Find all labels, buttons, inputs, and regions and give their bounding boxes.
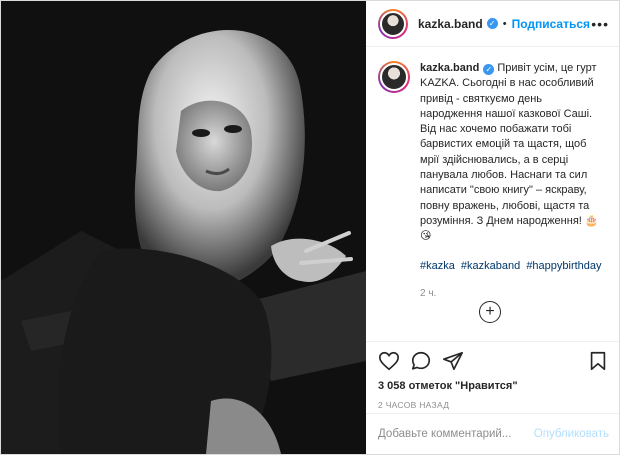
header-username[interactable]: kazka.band <box>418 17 483 31</box>
separator-dot: • <box>502 17 507 30</box>
caption-username[interactable]: kazka.band <box>420 62 479 74</box>
paper-plane-icon[interactable] <box>442 350 464 372</box>
avatar[interactable] <box>378 8 408 39</box>
caption-body: kazka.band ✓ Привіт усім, це гурт KAZKA. … <box>420 61 607 301</box>
comment-bubble-icon[interactable] <box>410 350 432 372</box>
actions-area: 3 058 отметок "Нравится" 2 часов назад <box>366 341 619 410</box>
hashtag-link[interactable]: #kazkaband <box>461 260 520 272</box>
plus-circle-icon: + <box>485 303 495 320</box>
add-comment-bar: Опубликовать <box>366 413 619 454</box>
verified-badge-icon: ✓ <box>486 18 498 29</box>
caption-comment: kazka.band ✓ Привіт усім, це гурт KAZKA. … <box>378 61 607 301</box>
follow-button[interactable]: Подписаться <box>512 17 590 31</box>
comment-input[interactable] <box>378 428 534 440</box>
post-time-ago: 2 часов назад <box>378 400 450 410</box>
post-photo[interactable] <box>1 1 366 454</box>
action-bar <box>366 342 619 374</box>
caption-time: 2 ч. <box>420 287 437 299</box>
hashtag-link[interactable]: #happybirthday <box>526 260 601 272</box>
post-sidebar: kazka.band ✓ • Подписаться ••• kazka.ban… <box>366 1 619 454</box>
heart-icon[interactable] <box>378 350 400 372</box>
caption-avatar[interactable] <box>378 61 410 93</box>
photo-illustration <box>1 1 366 454</box>
verified-badge-icon: ✓ <box>483 64 495 75</box>
bookmark-icon[interactable] <box>587 350 609 372</box>
likes-count[interactable]: 3 058 отметок "Нравится" <box>366 374 619 392</box>
hashtag-list: #kazka #kazkaband #happybirthday <box>420 259 607 274</box>
post-header: kazka.band ✓ • Подписаться ••• <box>366 1 619 47</box>
comments-section: kazka.band ✓ Привіт усім, це гурт KAZKA. … <box>366 47 619 302</box>
publish-button[interactable]: Опубликовать <box>534 428 609 440</box>
load-more-comments-button[interactable]: + <box>479 301 501 323</box>
hashtag-link[interactable]: #kazka <box>420 260 455 272</box>
more-options-icon[interactable]: ••• <box>591 16 609 32</box>
post-card: kazka.band ✓ • Подписаться ••• kazka.ban… <box>0 0 620 455</box>
caption-text: Привіт усім, це гурт KAZKA. Сьогодні в н… <box>420 62 599 243</box>
